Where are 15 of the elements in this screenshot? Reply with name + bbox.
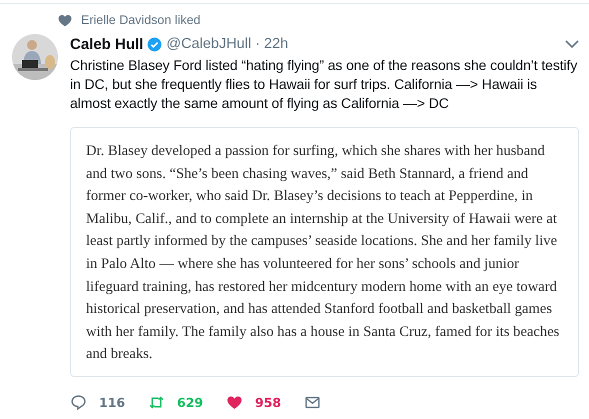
heart-icon xyxy=(58,14,72,26)
retweet-action[interactable]: 629 xyxy=(148,394,226,411)
retweet-icon xyxy=(148,394,165,411)
quote-text: Dr. Blasey developed a passion for surfing, which she shares with her husband and two sons. “She’s been chasing waves,” said Beth Stannard, a friend and former co-worker, who said Dr. Blasey’s decisions to teach at Pepperdine, in Malibu, Calif., and to complete an internship at the University of Hawaii were at least partly informed by the campuses’ seaside locations. She and her family live in Palo Alto — where she has volunteered for her sons’ schools and junior lifeguard training, has restored her midcentury modern home with an eye toward historical preservation, and has attended Stanford football and basketball games with her family. The family also has a house in Santa Cruz, famed for its beaches and breaks. xyxy=(86,142,560,364)
reply-icon xyxy=(70,394,87,411)
heart-icon xyxy=(226,394,243,411)
tweet-time[interactable]: 22h xyxy=(264,36,288,52)
like-action[interactable]: 958 xyxy=(226,394,304,411)
separator: · xyxy=(255,36,260,52)
author-name[interactable]: Caleb Hull xyxy=(70,36,144,52)
reply-action[interactable]: 116 xyxy=(70,394,148,411)
social-context: Erielle Davidson liked xyxy=(81,13,201,27)
caret-icon[interactable] xyxy=(565,39,579,49)
tweet-text: Christine Blasey Ford listed “hating flying” as one of the reasons she couldn’t testify in DC, but she frequently flies to Hawaii for surf trips. California —> Hawaii is almost exactly the same amount of flying as California —> DC xyxy=(70,56,578,113)
author-handle[interactable]: @CalebJHull xyxy=(166,36,252,52)
